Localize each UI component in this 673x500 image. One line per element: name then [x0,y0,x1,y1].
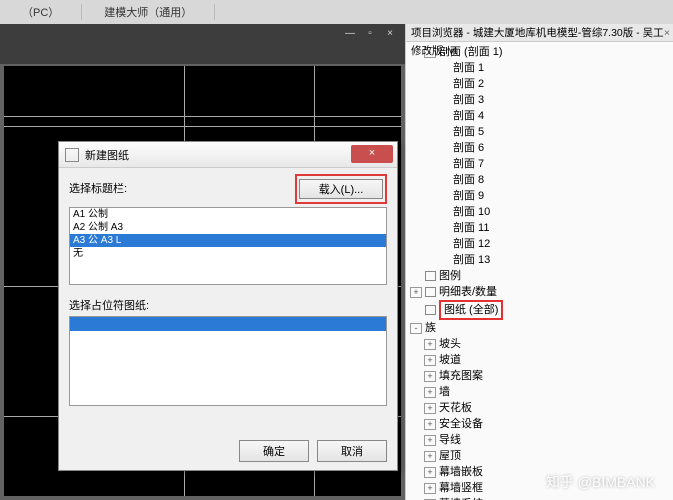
titleblock-listbox[interactable]: A1 公制 A2 公制 A3 A3 公 A3 L 无 [69,207,387,285]
expand-icon[interactable]: + [424,419,436,430]
tree-node[interactable]: 剖面 12 [406,236,673,252]
dialog-titlebar[interactable]: 新建图纸 × [59,142,397,168]
title-block-label: 选择标题栏: [69,180,127,196]
expand-icon[interactable]: + [410,287,422,298]
dialog-icon [65,148,79,162]
tree-node[interactable]: 剖面 11 [406,220,673,236]
tree-node[interactable]: +安全设备 [406,416,673,432]
placeholder-label: 选择占位符图纸: [69,297,387,313]
tree-node[interactable]: +填充图案 [406,368,673,384]
tree-node[interactable]: +屋顶 [406,448,673,464]
expand-icon[interactable]: + [424,387,436,398]
top-master[interactable]: 建模大师（通用） [82,4,215,20]
list-item[interactable]: 无 [70,247,386,260]
tree-node[interactable]: 剖面 8 [406,172,673,188]
watermark: 知乎 @BIMBANK [546,472,655,492]
tree-node[interactable]: 剖面 10 [406,204,673,220]
tree-node[interactable]: +坡道 [406,352,673,368]
tree-node[interactable]: 剖面 13 [406,252,673,268]
tree-node[interactable]: -族 [406,320,673,336]
tree-node[interactable]: +天花板 [406,400,673,416]
project-tree[interactable]: -剖面 (剖面 1)剖面 1剖面 2剖面 3剖面 4剖面 5剖面 6剖面 7剖面… [406,42,673,500]
tree-node[interactable]: +明细表/数量 [406,284,673,300]
tree-node[interactable]: 剖面 7 [406,156,673,172]
load-highlight: 载入(L)... [295,174,387,204]
panel-close-icon[interactable]: × [664,24,670,42]
expand-icon[interactable]: + [424,403,436,414]
cancel-button[interactable]: 取消 [317,440,387,462]
expand-icon[interactable]: + [424,371,436,382]
node-icon [425,305,436,315]
tree-node[interactable]: 剖面 4 [406,108,673,124]
tree-node-highlighted[interactable]: 图纸 (全部) [406,300,673,320]
ok-button[interactable]: 确定 [239,440,309,462]
tree-node[interactable]: 图例 [406,268,673,284]
list-item-selected[interactable] [70,317,386,331]
panel-titlebar[interactable]: 项目浏览器 - 城建大厦地库机电模型-管综7.30版 - 吴工修改版.rvt × [406,24,673,42]
expand-icon[interactable]: + [424,483,436,494]
dialog-title-text: 新建图纸 [85,147,129,163]
list-item-selected[interactable]: A3 公 A3 L [70,234,386,247]
tree-node[interactable]: 剖面 6 [406,140,673,156]
tree-node[interactable]: 剖面 3 [406,92,673,108]
expand-icon[interactable]: + [424,355,436,366]
minimize-icon[interactable]: — [343,28,357,38]
tree-node[interactable]: 剖面 1 [406,60,673,76]
top-pc[interactable]: （PC） [0,4,82,20]
maximize-icon[interactable]: ▫ [363,28,377,38]
expand-icon[interactable]: - [410,323,422,334]
tree-node[interactable]: +墙 [406,384,673,400]
node-icon [425,271,436,281]
close-icon[interactable]: × [383,28,397,38]
list-item[interactable]: A2 公制 A3 [70,221,386,234]
tree-node[interactable]: 剖面 9 [406,188,673,204]
node-icon [425,287,436,297]
tree-node[interactable]: 剖面 5 [406,124,673,140]
expand-icon[interactable]: + [424,467,436,478]
dialog-close-button[interactable]: × [351,145,393,163]
new-sheet-dialog: 新建图纸 × 选择标题栏: 载入(L)... A1 公制 A2 公制 A3 A3… [58,141,398,471]
tree-node[interactable]: +坡头 [406,336,673,352]
tree-node[interactable]: 剖面 2 [406,76,673,92]
expand-icon[interactable]: + [424,435,436,446]
expand-icon[interactable]: + [424,339,436,350]
tree-node[interactable]: +导线 [406,432,673,448]
expand-icon[interactable]: + [424,451,436,462]
load-button[interactable]: 载入(L)... [299,179,383,199]
tree-node[interactable]: +幕墙系统 [406,496,673,500]
project-browser-panel: 项目浏览器 - 城建大厦地库机电模型-管综7.30版 - 吴工修改版.rvt ×… [405,24,673,500]
placeholder-listbox[interactable] [69,316,387,406]
list-item[interactable]: A1 公制 [70,208,386,221]
model-viewport: — ▫ × 新建图纸 × 选择标题栏: 载入(L)... [0,24,405,500]
